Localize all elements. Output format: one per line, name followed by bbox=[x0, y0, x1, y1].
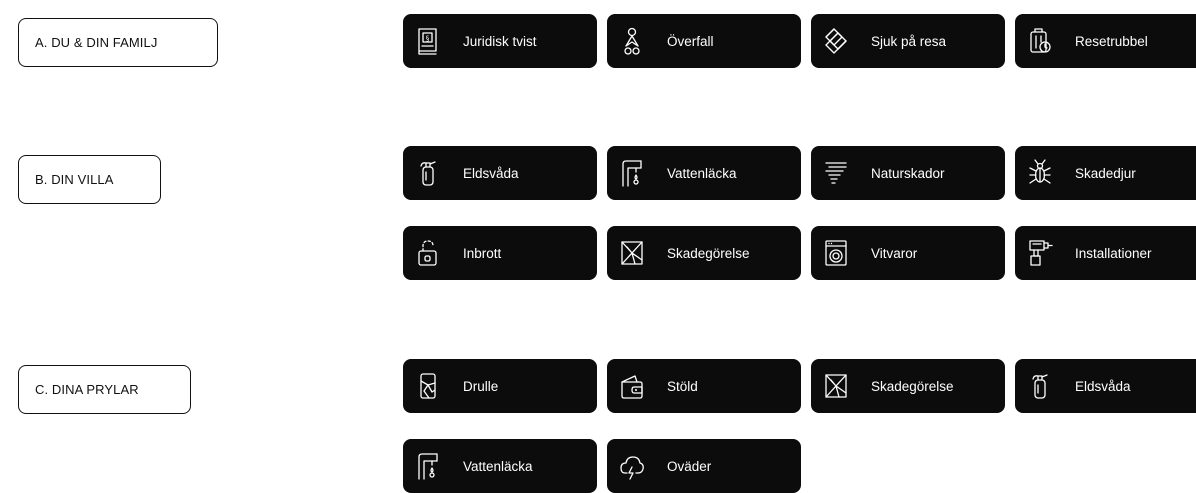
tile-installationer[interactable]: Installationer bbox=[1015, 226, 1196, 280]
tile-label: Eldsvåda bbox=[1075, 378, 1131, 394]
tile-label: Stöld bbox=[667, 378, 698, 394]
section-label-dina-prylar: C. DINA PRYLAR bbox=[18, 365, 191, 414]
tile-eldsvada-prylar[interactable]: Eldsvåda bbox=[1015, 359, 1196, 413]
fire-extinguisher-icon bbox=[1027, 371, 1053, 401]
tile-label: Drulle bbox=[463, 378, 499, 394]
tile-overfall[interactable]: Överfall bbox=[607, 14, 801, 68]
person-assault-icon bbox=[619, 26, 645, 56]
padlock-icon bbox=[415, 238, 441, 268]
law-book-icon: § bbox=[415, 26, 441, 56]
section-label-din-villa: B. DIN VILLA bbox=[18, 155, 161, 204]
tile-label: Juridisk tvist bbox=[463, 33, 537, 49]
luggage-icon bbox=[1027, 26, 1053, 56]
tile-label: Skadedjur bbox=[1075, 165, 1136, 181]
tile-skadegorelse-prylar[interactable]: Skadegörelse bbox=[811, 359, 1005, 413]
thunder-cloud-icon bbox=[619, 451, 645, 481]
tile-resetrubbel[interactable]: Resetrubbel bbox=[1015, 14, 1196, 68]
tile-naturskador[interactable]: Naturskador bbox=[811, 146, 1005, 200]
storm-lines-icon bbox=[823, 158, 849, 188]
tile-label: Vattenläcka bbox=[463, 458, 533, 474]
drill-icon bbox=[1027, 238, 1053, 268]
tile-label: Oväder bbox=[667, 458, 712, 474]
tile-inbrott[interactable]: Inbrott bbox=[403, 226, 597, 280]
tile-juridisk-tvist[interactable]: § Juridisk tvist bbox=[403, 14, 597, 68]
cracked-phone-icon bbox=[415, 371, 441, 401]
tile-ovader[interactable]: Oväder bbox=[607, 439, 801, 493]
tile-label: Skadegörelse bbox=[871, 378, 954, 394]
fire-extinguisher-icon bbox=[415, 158, 441, 188]
tile-sjuk-pa-resa[interactable]: Sjuk på resa bbox=[811, 14, 1005, 68]
bandage-icon bbox=[823, 26, 849, 56]
tile-label: Vitvaror bbox=[871, 245, 918, 261]
tile-skadegorelse-villa[interactable]: Skadegörelse bbox=[607, 226, 801, 280]
water-tap-icon bbox=[415, 451, 441, 481]
tile-vitvaror[interactable]: Vitvaror bbox=[811, 226, 1005, 280]
washing-machine-icon bbox=[823, 238, 849, 268]
water-tap-icon bbox=[619, 158, 645, 188]
section-label-du-din-familj: A. DU & DIN FAMILJ bbox=[18, 18, 218, 67]
tile-label: Inbrott bbox=[463, 245, 502, 261]
tile-label: Resetrubbel bbox=[1075, 33, 1148, 49]
tile-label: Eldsvåda bbox=[463, 165, 519, 181]
tile-skadedjur[interactable]: Skadedjur bbox=[1015, 146, 1196, 200]
svg-text:§: § bbox=[426, 35, 430, 43]
tile-vattenlacka-prylar[interactable]: Vattenläcka bbox=[403, 439, 597, 493]
tile-eldsvada[interactable]: Eldsvåda bbox=[403, 146, 597, 200]
broken-window-icon bbox=[619, 238, 645, 268]
tile-vattenlacka[interactable]: Vattenläcka bbox=[607, 146, 801, 200]
insect-icon bbox=[1027, 158, 1053, 188]
tile-label: Skadegörelse bbox=[667, 245, 750, 261]
tile-label: Sjuk på resa bbox=[871, 33, 947, 49]
wallet-icon bbox=[619, 371, 645, 401]
tile-label: Naturskador bbox=[871, 165, 945, 181]
tile-label: Vattenläcka bbox=[667, 165, 737, 181]
broken-window-icon bbox=[823, 371, 849, 401]
tile-drulle[interactable]: Drulle bbox=[403, 359, 597, 413]
tile-stold[interactable]: Stöld bbox=[607, 359, 801, 413]
tile-label: Överfall bbox=[667, 33, 714, 49]
tile-label: Installationer bbox=[1075, 245, 1152, 261]
